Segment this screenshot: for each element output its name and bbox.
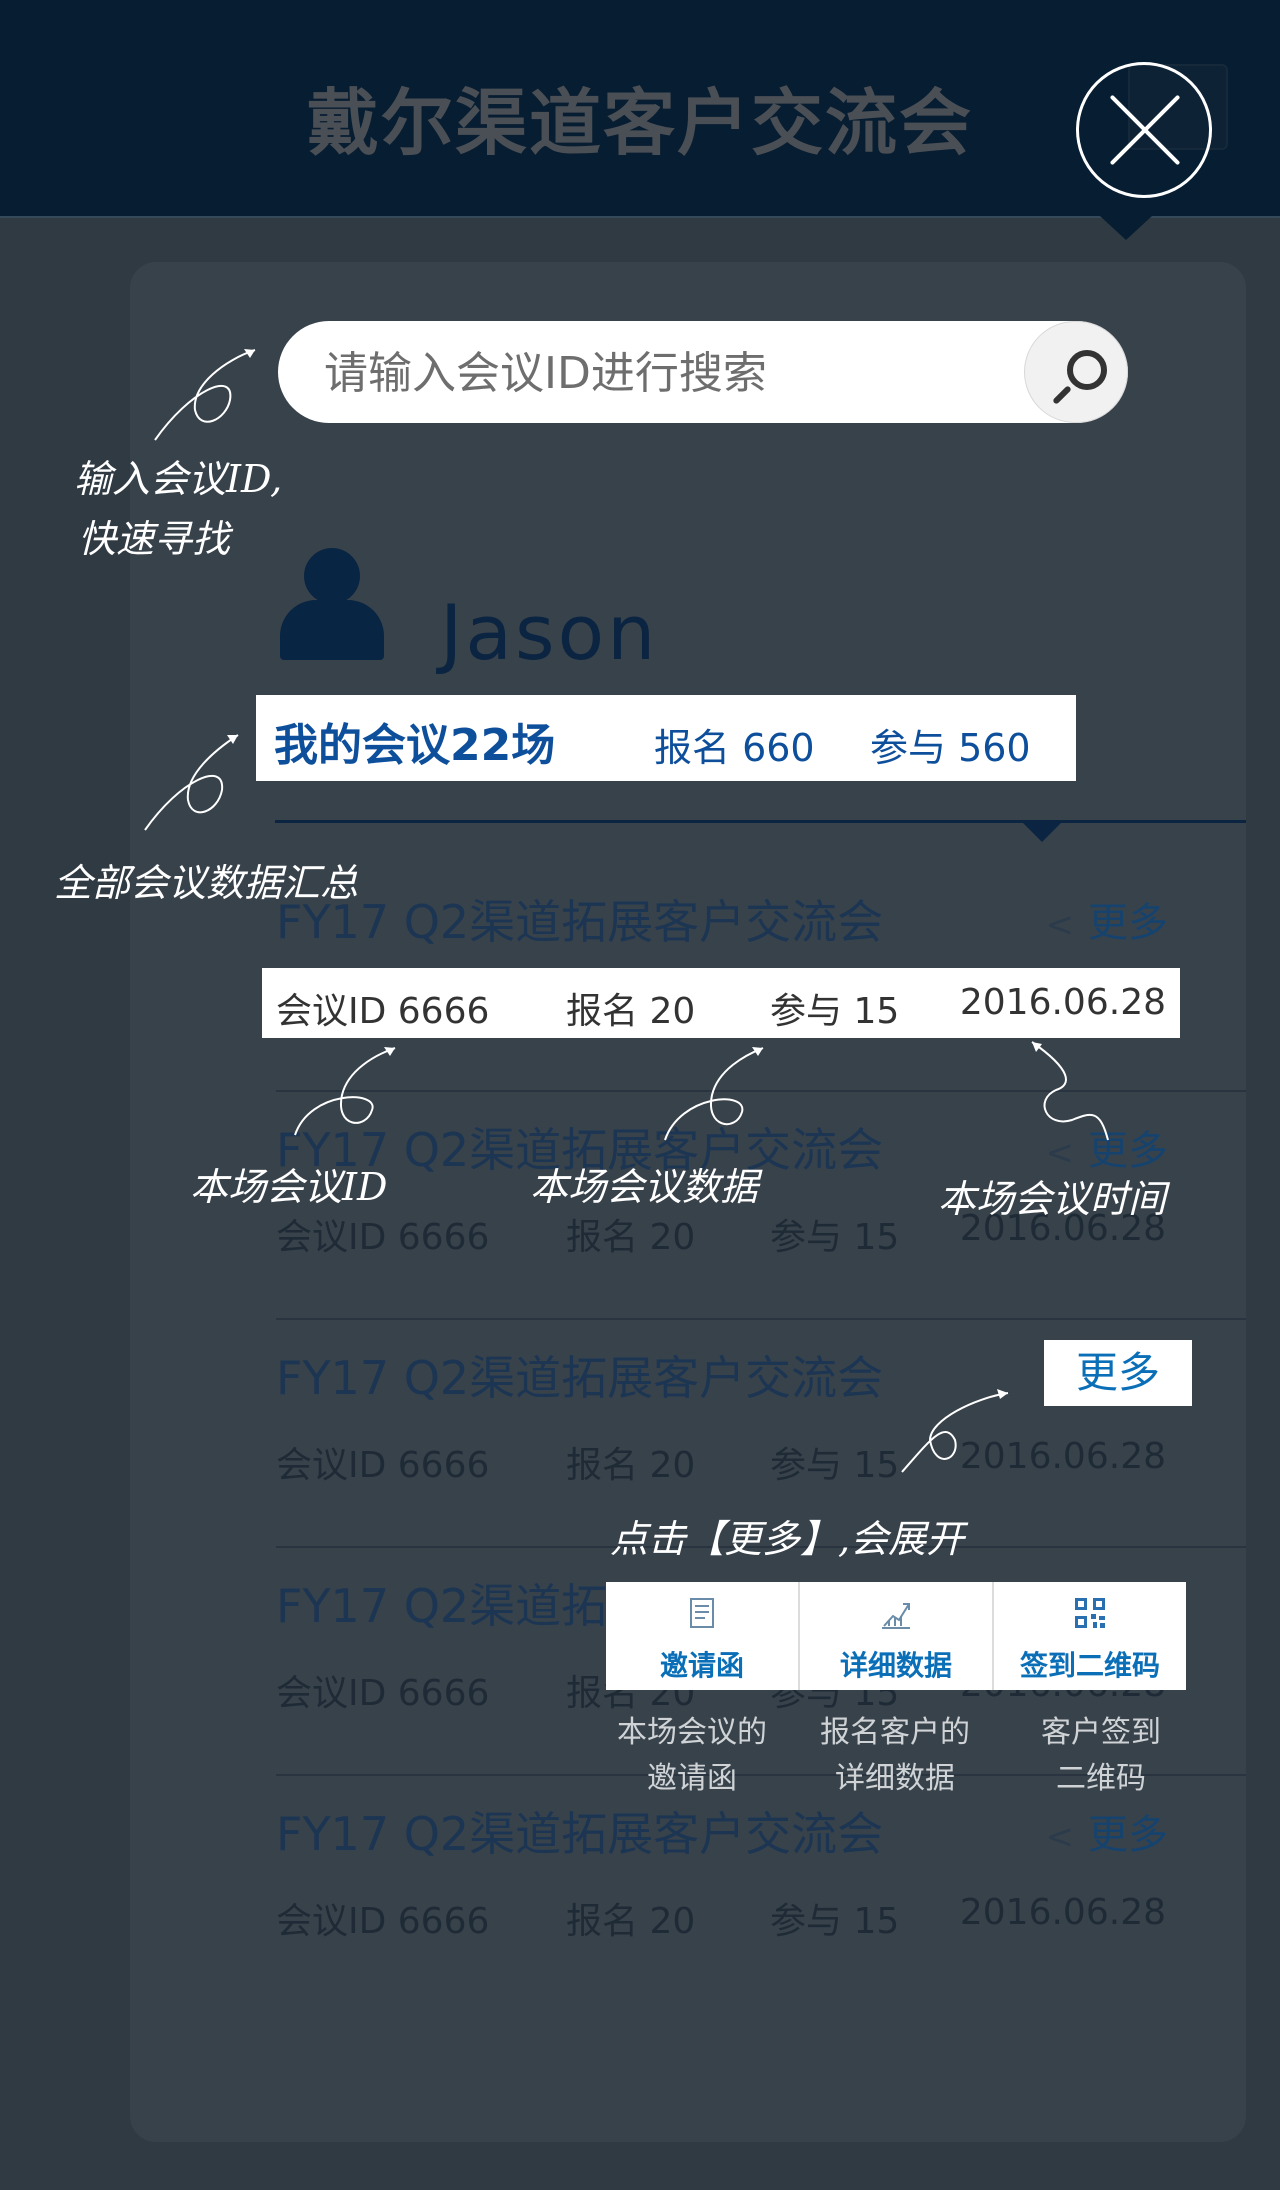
- annotation-arrows: [144, 349, 1109, 1473]
